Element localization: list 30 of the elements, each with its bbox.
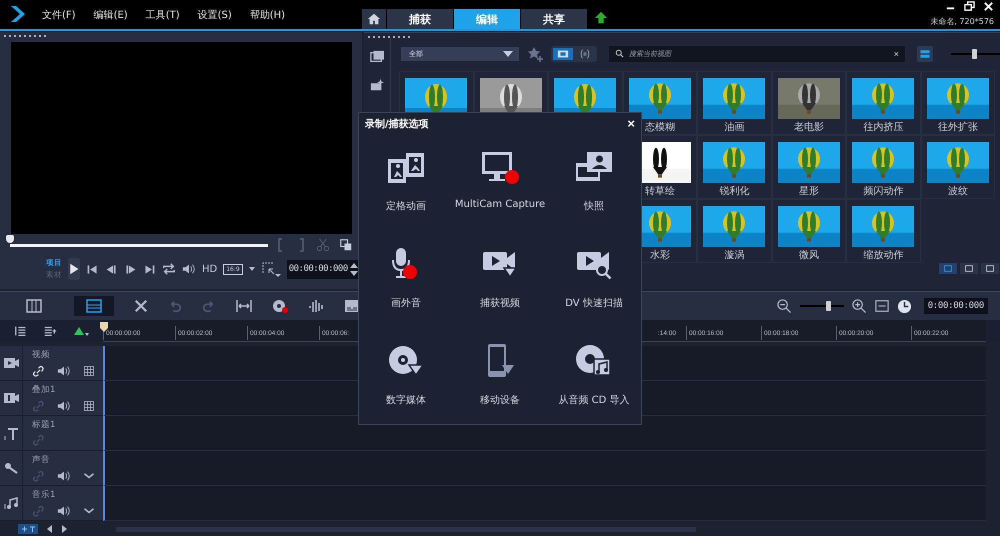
track-name: 标题1 xyxy=(32,419,56,431)
track-name: 视频 xyxy=(32,349,51,361)
track-name: 叠加1 xyxy=(32,384,56,396)
track-name: 音乐1 xyxy=(32,489,56,501)
effect-label: 转草绘 xyxy=(644,184,675,198)
effect-label: 漩涡 xyxy=(724,249,744,262)
ruler-label: 00:00:18:00 xyxy=(764,330,798,337)
dialog-title: 录制/捕获选项 xyxy=(365,117,429,130)
effect-label: 星形 xyxy=(798,185,819,198)
effect-label: 微风 xyxy=(798,249,819,262)
effect-label: 锐利化 xyxy=(719,184,750,198)
effect-label: 缩放动作 xyxy=(863,248,904,262)
ruler-label: 00:00:06: xyxy=(322,330,350,337)
ruler-label: 00:00:00:00 xyxy=(106,330,140,337)
effect-label: 水彩 xyxy=(650,248,670,262)
effect-label: 老电影 xyxy=(794,120,824,134)
ruler-label: 00:00:22:00 xyxy=(914,330,948,337)
effect-label: 频闪动作 xyxy=(863,184,904,198)
ruler-label: 00:00:04:00 xyxy=(250,330,284,337)
effect-label: 态模糊 xyxy=(644,120,675,134)
effect-label: 往内挤压 xyxy=(863,120,904,134)
track-name: 声音 xyxy=(32,454,51,466)
effect-label: 往外扩张 xyxy=(938,120,978,134)
ruler-label: :14:00 xyxy=(658,330,676,337)
effect-label: 油画 xyxy=(724,120,744,134)
effect-label: 波纹 xyxy=(948,184,968,198)
ruler-label: 00:00:20:00 xyxy=(839,330,874,337)
project-info: 未命名, 720*576 xyxy=(930,16,994,28)
ruler-label: 00:00:02:00 xyxy=(178,330,212,337)
ruler-label: 00:00:16:00 xyxy=(689,330,724,337)
